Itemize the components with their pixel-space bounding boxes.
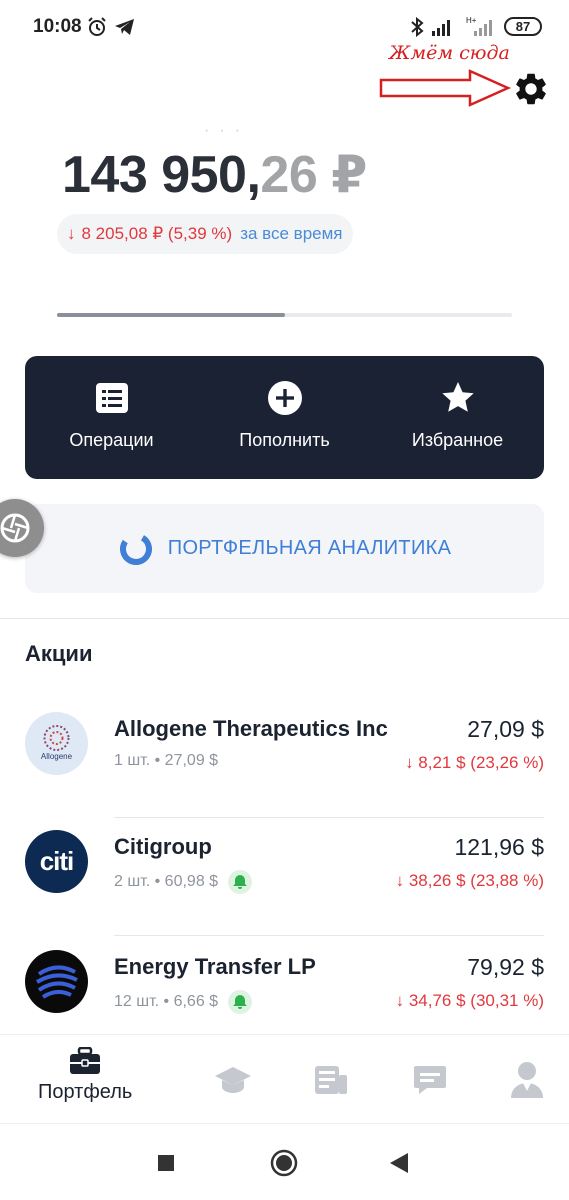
nav-news[interactable]: [314, 1065, 348, 1095]
recents-square-icon[interactable]: [157, 1154, 175, 1172]
stock-price: 121,96 $: [454, 834, 544, 860]
list-icon: [95, 383, 128, 413]
portfolio-analytics-button[interactable]: ПОРТФЕЛЬНАЯ АНАЛИТИКА: [25, 504, 544, 593]
actions-card: Операции Пополнить Избранное: [25, 356, 544, 479]
stock-name: Energy Transfer LP: [114, 954, 316, 979]
balance-whole: 143 950,: [62, 146, 261, 204]
home-circle-icon[interactable]: [270, 1149, 298, 1177]
energy-transfer-logo-mark: [35, 965, 78, 999]
graduation-cap-icon: [215, 1067, 251, 1093]
bottom-navigation: Портфель: [0, 1034, 569, 1124]
operations-button[interactable]: Операции: [25, 356, 198, 479]
stock-quantity: 1 шт. • 27,09 $: [114, 752, 218, 770]
telegram-icon: [115, 19, 134, 35]
bell-icon[interactable]: [228, 870, 253, 894]
plus-circle-icon: [267, 381, 302, 415]
stock-name: Citigroup: [114, 834, 212, 859]
stock-quantity: 2 шт. • 60,98 $: [114, 870, 253, 894]
annotation-arrow: [379, 69, 512, 107]
energy-transfer-logo: [25, 950, 88, 1013]
citi-logo: citi: [25, 830, 88, 893]
star-icon: [441, 382, 474, 412]
stock-row[interactable]: citi Citigroup 2 шт. • 60,98 $ 121,96 $ …: [25, 818, 544, 936]
chat-icon: [414, 1066, 446, 1094]
bell-glyph: [233, 995, 248, 1009]
stock-quantity-text: 1 шт. • 27,09 $: [114, 752, 219, 769]
bluetooth-icon: [411, 17, 424, 37]
stock-name: Allogene Therapeutics Inc: [114, 716, 388, 741]
top-up-label: Пополнить: [239, 430, 330, 450]
favorites-button[interactable]: Избранное: [371, 356, 544, 479]
stock-quantity-text: 12 шт. • 6,66 $: [114, 993, 219, 1010]
section-title-stocks: Акции: [25, 641, 93, 666]
operations-label: Операции: [69, 430, 154, 450]
battery-indicator: 87: [504, 17, 542, 36]
nav-education[interactable]: [214, 1065, 252, 1095]
signal-icon: [432, 20, 450, 36]
portfolio-change-pill[interactable]: ↓ 8 205,08 ₽ (5,39 %) за все время: [57, 214, 353, 254]
stock-price: 27,09 $: [467, 716, 544, 742]
hidden-title-dots: ···: [204, 122, 250, 139]
allogene-logo-text: Allogene: [41, 752, 73, 761]
settings-gear-icon[interactable]: [512, 70, 550, 108]
annotation-text: Жмём сюда: [389, 42, 510, 64]
alarm-icon: [88, 17, 106, 36]
row-divider: [114, 935, 544, 936]
stock-quantity: 12 шт. • 6,66 $: [114, 990, 253, 1014]
favorites-label: Избранное: [411, 430, 504, 450]
svg-text:H+: H+: [466, 16, 477, 25]
profile-icon: [511, 1062, 543, 1098]
aperture-icon: [0, 513, 30, 543]
balance-fraction: 26 ₽: [260, 146, 367, 204]
analytics-ring-icon: [119, 532, 152, 565]
portfolio-change-value: 8 205,08 ₽ (5,39 %): [81, 224, 233, 243]
down-arrow-icon: ↓: [67, 224, 76, 243]
portfolio-balance: 143 950,26 ₽: [62, 145, 367, 205]
back-triangle-icon[interactable]: [389, 1152, 409, 1174]
bell-glyph: [233, 875, 248, 889]
allogene-logo-mark: Allogene: [41, 725, 73, 761]
nav-profile[interactable]: [510, 1061, 544, 1099]
signal-h-icon: H+: [466, 16, 492, 36]
stock-change: ↓ 38,26 $ (23,88 %): [395, 871, 544, 890]
stock-quantity-text: 2 шт. • 60,98 $: [114, 873, 219, 890]
stock-row[interactable]: Allogene Allogene Therapeutics Inc 1 шт.…: [25, 700, 544, 818]
stock-change: ↓ 8,21 $ (23,26 %): [405, 753, 544, 772]
status-time: 10:08: [33, 16, 82, 37]
stock-price: 79,92 $: [467, 954, 544, 980]
nav-chat[interactable]: [413, 1065, 447, 1095]
system-navigation: [0, 1124, 569, 1200]
briefcase-icon: [70, 1047, 101, 1074]
top-up-button[interactable]: Пополнить: [198, 356, 371, 479]
carousel-progress-fill: [57, 313, 285, 317]
allogene-logo: Allogene: [25, 712, 88, 775]
newspaper-icon: [315, 1066, 347, 1094]
section-divider: [0, 618, 569, 619]
portfolio-analytics-label: ПОРТФЕЛЬНАЯ АНАЛИТИКА: [167, 537, 452, 559]
bell-icon[interactable]: [228, 990, 253, 1014]
nav-portfolio[interactable]: Портфель: [38, 1047, 132, 1104]
carousel-progress: [57, 313, 512, 317]
stock-change: ↓ 34,76 $ (30,31 %): [395, 991, 544, 1010]
portfolio-change-period: за все время: [240, 224, 343, 243]
nav-portfolio-label: Портфель: [38, 1081, 133, 1103]
citi-logo-text: citi: [39, 846, 75, 876]
